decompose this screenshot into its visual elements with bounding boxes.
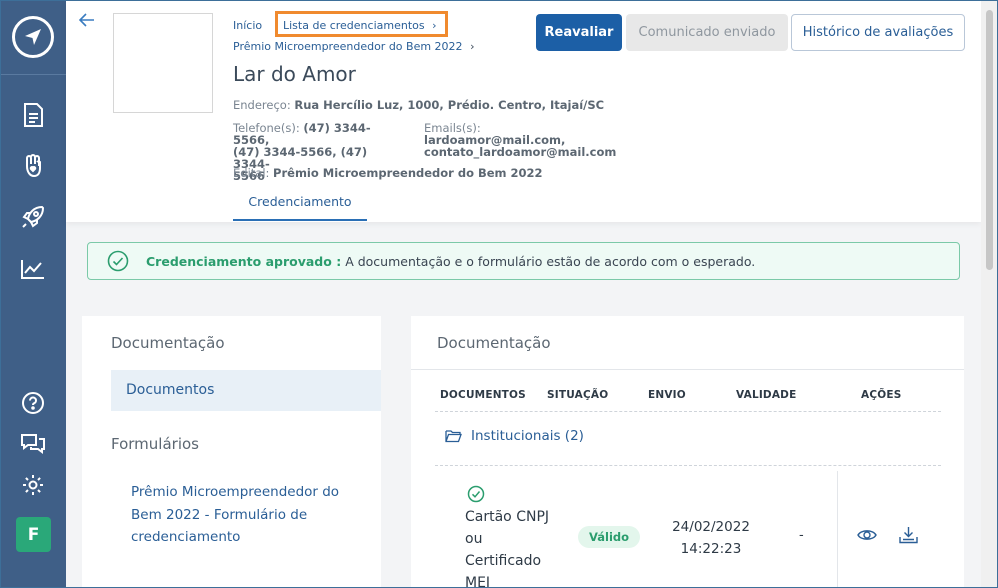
eye-icon[interactable] [857,527,877,546]
table-divider [435,411,941,412]
documents-panel: Documentação DOCUMENTOS SITUAÇÃO ENVIO V… [411,316,964,588]
avatar[interactable]: F [16,517,51,552]
organization-logo [113,13,213,113]
vertical-scrollbar[interactable] [981,0,998,588]
back-arrow-icon[interactable] [78,12,95,32]
breadcrumb-current[interactable]: Prêmio Microempreendedor do Bem 2022 › [233,40,474,53]
documentation-section-title: Documentação [111,334,225,352]
status-badge: Válido [578,526,640,548]
tab-credenciamento[interactable]: Credenciamento [233,183,367,221]
reevaluate-button[interactable]: Reavaliar [536,14,622,51]
address-value: Rua Hercílio Luz, 1000, Prédio. Centro, … [294,98,605,112]
breadcrumb-current-label: Prêmio Microempreendedor do Bem 2022 [233,40,463,53]
forms-section-title: Formulários [111,435,199,453]
divider [411,369,964,370]
download-icon[interactable] [899,526,918,548]
chevron-right-icon: › [432,19,437,32]
chevron-right-icon: › [470,40,475,53]
rocket-icon[interactable] [18,202,48,232]
hand-heart-icon[interactable] [18,150,48,180]
document-name-line: Cartão CNPJ [465,509,550,525]
communication-sent-button: Comunicado enviado [626,14,788,51]
folder-icon [445,430,462,443]
folder-label: Institucionais (2) [471,428,584,444]
address-info: Endereço: Rua Hercílio Luz, 1000, Prédio… [233,99,604,111]
alert-message: A documentação e o formulário estão de a… [345,253,756,269]
sent-time: 14:22:23 [680,541,742,557]
breadcrumb-home[interactable]: Início [233,19,262,32]
actions-column-separator [837,471,838,588]
email-info: Emails(s): lardoamor@mail.com, contato_l… [424,122,616,158]
sent-datetime: 24/02/2022 14:22:23 [667,516,755,560]
page-header: Início Lista de credenciamentos › Prêmio… [66,0,981,222]
column-header-actions: AÇÕES [861,389,902,401]
chat-icon[interactable] [18,428,48,458]
document-name-line: ou [465,531,483,547]
edital-info: Edital: Prêmio Microempreendedor do Bem … [233,167,543,179]
sidebar-divider [0,74,66,75]
sent-date: 24/02/2022 [672,519,750,535]
scrollbar-thumb[interactable] [986,10,993,270]
approval-alert: Credenciamento aprovado : A documentação… [87,242,960,280]
check-circle-icon [467,485,485,507]
column-header-sent: ENVIO [648,389,686,401]
address-label: Endereço: [233,98,291,112]
validity-value: - [799,528,804,543]
breadcrumb-list[interactable]: Lista de credenciamentos › [275,11,448,37]
column-header-documents: DOCUMENTOS [440,389,526,401]
document-icon[interactable] [18,100,48,130]
edital-value: Prêmio Microempreendedor do Bem 2022 [273,166,543,180]
navigation-panel: Documentação Documentos Formulários Prêm… [82,316,381,588]
check-circle-icon [107,250,129,272]
column-header-validity: VALIDADE [736,389,797,401]
document-name-line: MEI [465,575,491,588]
document-name: Cartão CNPJ ou Certificado MEI [465,506,555,588]
document-name-line: Certificado [465,553,542,569]
breadcrumb-list-label: Lista de credenciamentos [283,19,425,32]
compass-logo-icon[interactable] [12,16,54,58]
folder-institucionais[interactable]: Institucionais (2) [445,428,584,444]
nav-item-form[interactable]: Prêmio Microempreendedor do Bem 2022 - F… [131,481,346,549]
help-icon[interactable] [18,388,48,418]
page-title: Lar do Amor [233,62,356,86]
chart-icon[interactable] [18,254,48,284]
edital-label: Edital: [233,166,270,180]
nav-item-documentos[interactable]: Documentos [111,370,381,411]
evaluation-history-button[interactable]: Histórico de avaliações [791,14,965,51]
documents-panel-title: Documentação [437,334,551,352]
alert-title: Credenciamento aprovado : [146,253,342,269]
sidebar: F [0,0,66,588]
column-header-status: SITUAÇÃO [547,389,609,401]
table-divider [435,465,941,466]
email-2: contato_lardoamor@mail.com [424,145,617,159]
gear-icon[interactable] [18,470,48,500]
